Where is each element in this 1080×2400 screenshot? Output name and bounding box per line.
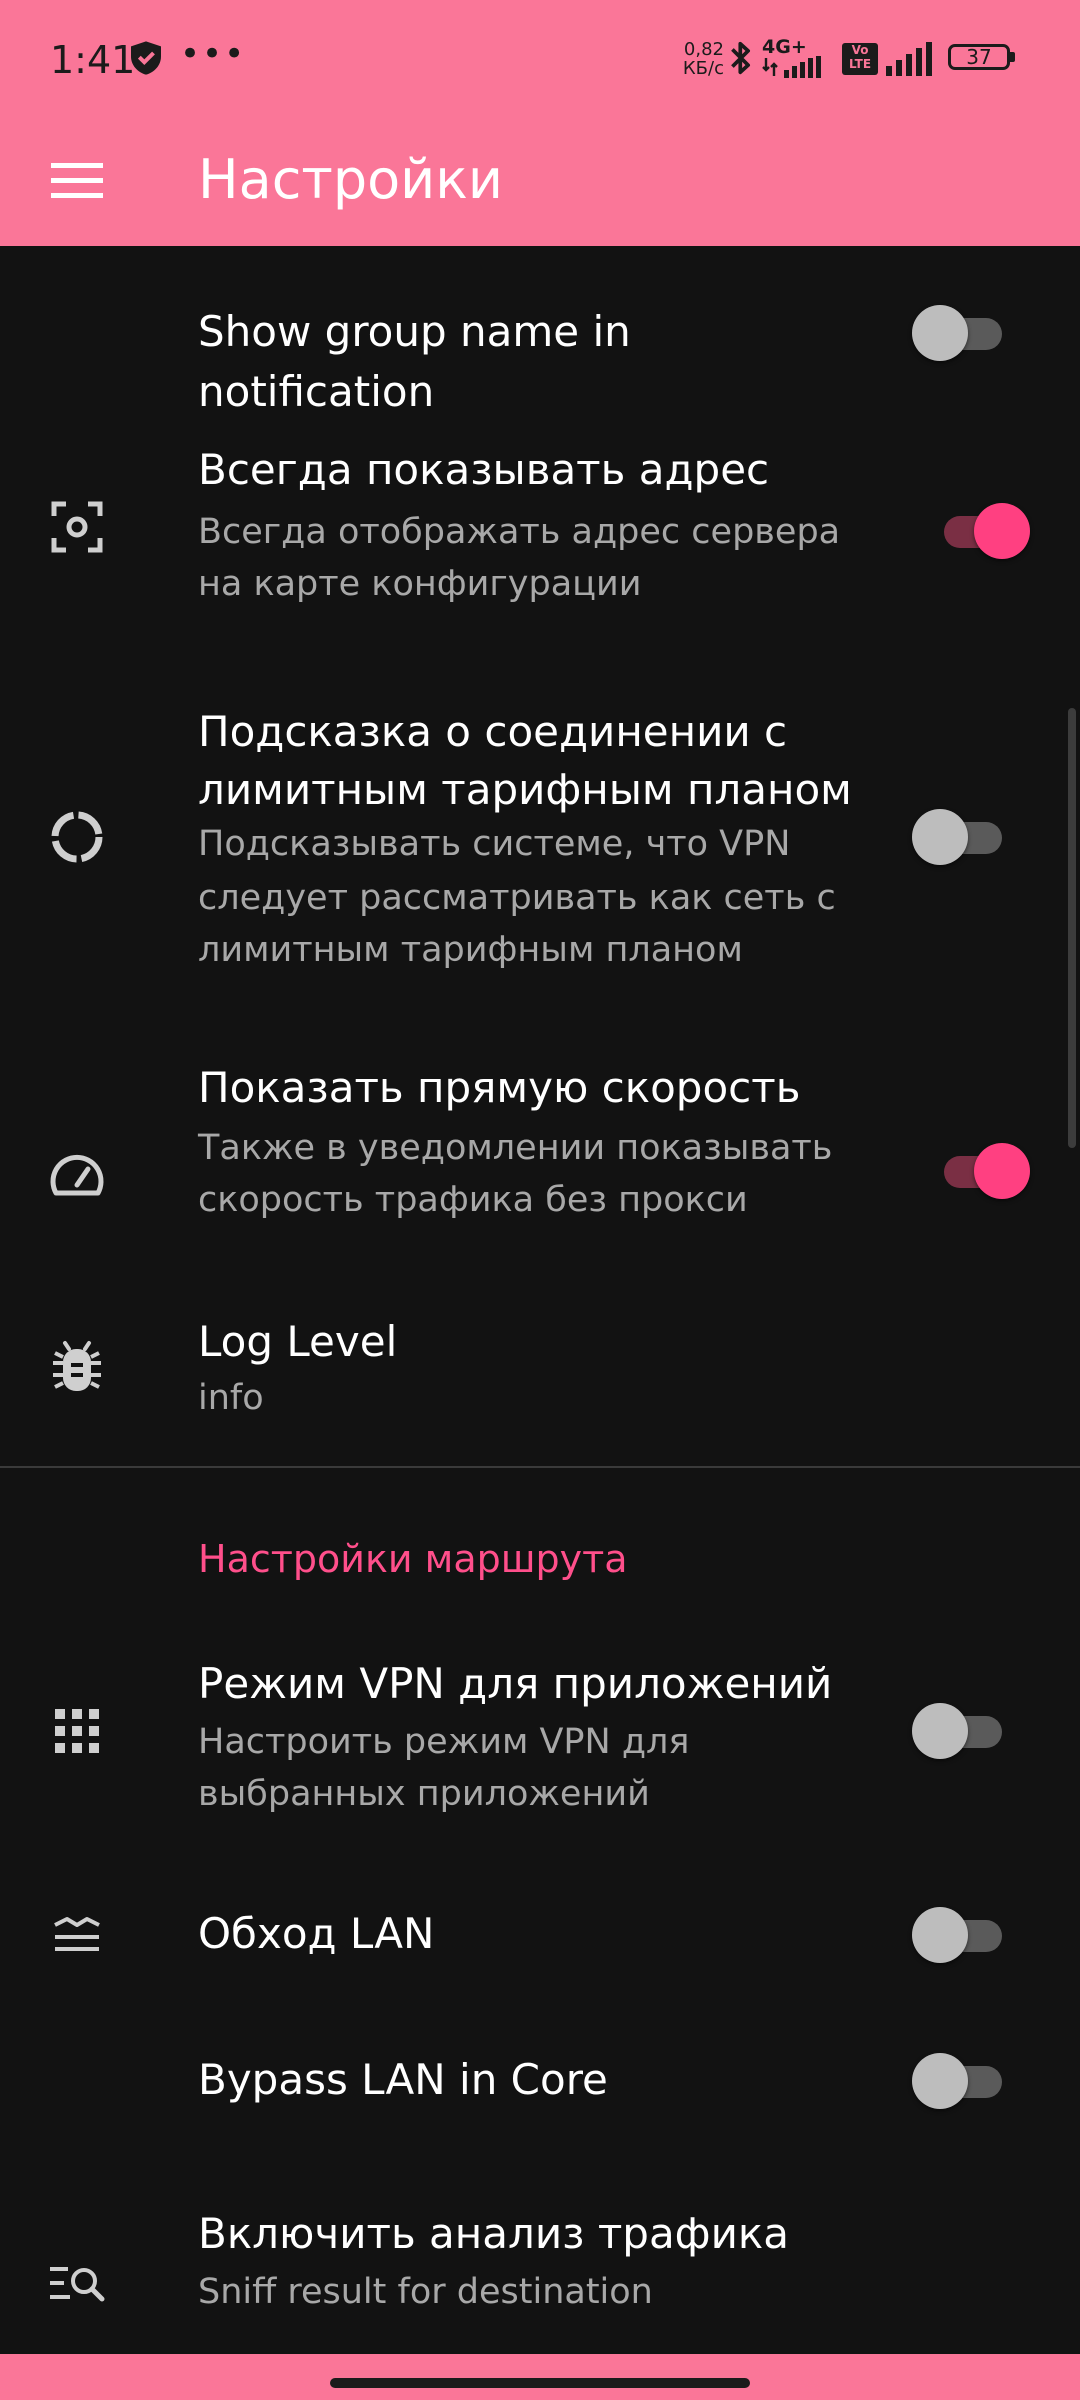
setting-bypass-lan[interactable]: Обход LAN — [0, 1880, 1080, 1990]
setting-always-show-address[interactable]: Всегда показывать адрес Всегда отображат… — [0, 416, 1080, 646]
show-group-name-switch[interactable] — [912, 302, 1004, 362]
section-header-route: Настройки маршрута — [198, 1537, 628, 1581]
setting-direct-speed[interactable]: Показать прямую скорость Также в уведомл… — [0, 1056, 1080, 1276]
setting-title: лимитным тарифным планом — [198, 765, 852, 814]
setting-title: Log Level — [198, 1317, 398, 1366]
setting-title: Режим VPN для приложений — [198, 1659, 833, 1708]
page-title: Настройки — [198, 148, 503, 211]
battery-icon: 37 — [948, 44, 1018, 74]
setting-title: Обход LAN — [198, 1909, 435, 1958]
setting-summary: Настроить режим VPN для — [198, 1722, 690, 1762]
bypass-lan-switch[interactable] — [912, 1904, 1004, 1964]
setting-summary: следует рассматривать как сеть с — [198, 878, 836, 918]
always-show-address-switch[interactable] — [936, 500, 1030, 560]
volte-icon: Vo LTE — [842, 43, 878, 75]
setting-title: Показать прямую скорость — [198, 1063, 801, 1112]
setting-summary: выбранных приложений — [198, 1774, 650, 1814]
log-level-value: info — [198, 1378, 264, 1418]
list-search-icon — [44, 2250, 110, 2316]
home-gesture-handle[interactable] — [330, 2378, 750, 2388]
setting-summary: лимитным тарифным планом — [198, 930, 743, 970]
setting-summary: Подсказывать системе, что VPN — [198, 824, 791, 864]
battery-level: 37 — [948, 44, 1010, 70]
app-vpn-mode-switch[interactable] — [912, 1700, 1004, 1760]
divider — [0, 1466, 1080, 1468]
setting-show-group-name[interactable]: Show group name in notification — [0, 246, 1080, 416]
circle-progress-icon — [44, 804, 110, 870]
setting-summary: Sniff result for destination — [198, 2272, 653, 2312]
status-time: 1:41 — [50, 38, 136, 82]
setting-title: Bypass LAN in Core — [198, 2055, 608, 2104]
setting-app-vpn-mode[interactable]: Режим VPN для приложений Настроить режим… — [0, 1640, 1080, 1820]
setting-title: Show group name in notification — [198, 307, 631, 416]
setting-title: Подсказка о соединении с — [198, 707, 788, 756]
bug-icon — [44, 1334, 110, 1400]
speedometer-icon — [44, 1142, 110, 1208]
more-notifications-icon: ••• — [180, 34, 247, 74]
setting-bypass-lan-core[interactable]: Bypass LAN in Core — [0, 2030, 1080, 2140]
status-bar: 1:41 ••• 0,82 КБ/с 4G+ Vo LTE 37 — [0, 0, 1080, 120]
setting-summary: Всегда отображать адрес сервера — [198, 512, 841, 552]
setting-title: Всегда показывать адрес — [198, 445, 770, 494]
shield-icon — [131, 41, 161, 75]
signal-strength-icon — [886, 42, 932, 76]
setting-traffic-sniffing[interactable]: Включить анализ трафика Sniff result for… — [0, 2196, 1080, 2346]
hamburger-menu-icon[interactable] — [40, 144, 114, 218]
lan-layers-icon — [44, 1902, 110, 1968]
network-speed: 0,82 КБ/с — [682, 39, 724, 79]
metered-hint-switch[interactable] — [912, 806, 1004, 866]
setting-log-level[interactable]: Log Level info — [0, 1300, 1080, 1460]
toolbar: Настройки — [0, 120, 1080, 246]
navigation-bar — [0, 2354, 1080, 2400]
top-app-bar: 1:41 ••• 0,82 КБ/с 4G+ Vo LTE 37 Настрой… — [0, 0, 1080, 246]
setting-metered-hint[interactable]: Подсказка о соединении с лимитным тарифн… — [0, 684, 1080, 994]
setting-title: Включить анализ трафика — [198, 2209, 789, 2258]
apps-grid-icon — [44, 1698, 110, 1764]
setting-summary: скорость трафика без прокси — [198, 1180, 748, 1220]
bypass-lan-core-switch[interactable] — [912, 2050, 1004, 2110]
setting-summary: Также в уведомлении показывать — [198, 1128, 833, 1168]
direct-speed-switch[interactable] — [936, 1140, 1030, 1200]
scan-frame-icon — [44, 494, 110, 560]
bluetooth-icon — [731, 41, 750, 75]
setting-summary: на карте конфигурации — [198, 564, 642, 604]
